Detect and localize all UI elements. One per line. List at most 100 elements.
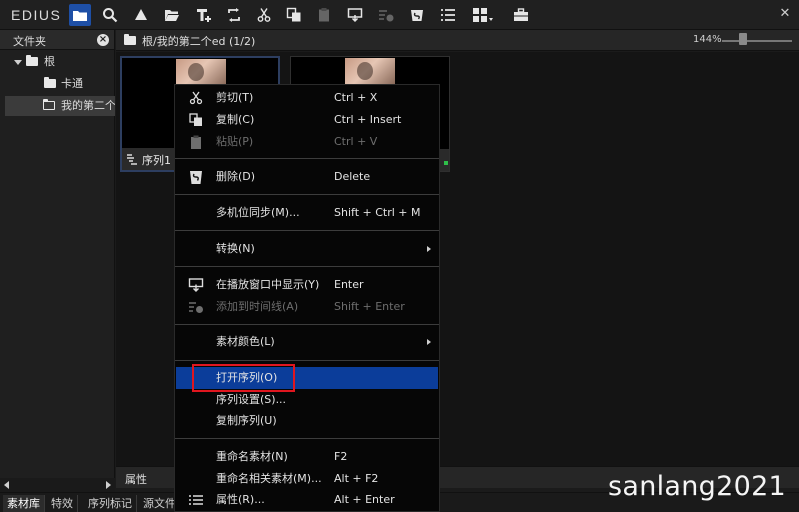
app-logo: EDIUS — [11, 7, 62, 23]
menu-item-label: 重命名素材(N) — [216, 450, 288, 463]
copy-icon — [189, 113, 202, 126]
tree-item-label: 根 — [44, 55, 55, 68]
clip-status-indicator — [444, 161, 448, 165]
folder-panel: 文件夹 × 根 卡通 我的第二个ed — [0, 30, 115, 492]
tree-item-cartoon[interactable]: 卡通 — [0, 74, 114, 94]
clip-name: 序列1 — [142, 154, 171, 167]
folder-panel-header: 文件夹 × — [0, 30, 114, 50]
menu-item-label: 添加到时间线(A) — [216, 300, 299, 313]
submenu-arrow-icon — [427, 246, 431, 252]
menu-item-shortcut: Ctrl + Insert — [334, 113, 402, 126]
zoom-slider[interactable] — [722, 40, 792, 42]
menu-item-cut[interactable]: 剪切(T) Ctrl + X — [175, 87, 439, 109]
menu-item-delete[interactable]: 删除(D) Delete — [175, 166, 439, 188]
menu-item-label: 删除(D) — [216, 170, 256, 183]
cut-icon — [189, 91, 203, 105]
menu-separator — [175, 360, 439, 361]
menu-item-label: 粘贴(P) — [216, 135, 254, 148]
close-panel-icon[interactable]: × — [97, 34, 109, 46]
menu-item-clip-color[interactable]: 素材颜色(L) — [175, 331, 439, 353]
horizontal-scrollbar[interactable] — [0, 478, 115, 492]
menu-item-shortcut: Ctrl + V — [334, 135, 378, 148]
menu-item-add-to-timeline[interactable]: 添加到时间线(A) Shift + Enter — [175, 296, 439, 318]
menu-item-shortcut: Alt + Enter — [334, 493, 395, 506]
show-player-icon[interactable] — [344, 4, 366, 26]
tab-sequence-markers[interactable]: 序列标记 — [84, 495, 137, 512]
menu-item-shortcut: Enter — [334, 278, 364, 291]
open-folder-icon[interactable] — [161, 4, 183, 26]
replace-icon[interactable] — [223, 4, 245, 26]
add-timeline-icon[interactable] — [375, 4, 397, 26]
menu-item-label: 在播放窗口中显示(Y) — [216, 278, 320, 291]
search-icon[interactable] — [99, 4, 121, 26]
context-menu: 剪切(T) Ctrl + X 复制(C) Ctrl + Insert 粘贴(P)… — [174, 84, 440, 512]
bin-path: 根/我的第二个ed (1/2) — [142, 35, 256, 48]
delete-icon[interactable] — [406, 4, 428, 26]
menu-item-label: 复制(C) — [216, 113, 255, 126]
paste-icon[interactable] — [313, 4, 335, 26]
main-toolbar: EDIUS ✕ — [0, 0, 799, 30]
list-view-icon[interactable] — [437, 4, 459, 26]
close-window-icon[interactable]: ✕ — [777, 6, 793, 22]
bin-header: 根/我的第二个ed (1/2) 144% — [116, 30, 799, 51]
expand-triangle-icon[interactable] — [14, 60, 22, 65]
paste-icon — [191, 135, 201, 149]
menu-item-label: 重命名相关素材(M)... — [216, 472, 322, 485]
menu-separator — [175, 438, 439, 439]
menu-separator — [175, 194, 439, 195]
menu-separator — [175, 230, 439, 231]
zoom-slider-handle[interactable] — [739, 33, 747, 45]
scroll-left-icon[interactable] — [4, 481, 9, 489]
menu-item-shortcut: Ctrl + X — [334, 91, 378, 104]
tree-item-label: 卡通 — [61, 77, 83, 90]
scroll-right-icon[interactable] — [106, 481, 111, 489]
menu-item-shortcut: F2 — [334, 450, 348, 463]
tree-item-label: 我的第二个ed — [61, 99, 115, 112]
sequence-icon — [127, 154, 137, 165]
menu-item-label: 复制序列(U) — [216, 414, 277, 427]
toolbox-icon[interactable] — [510, 4, 532, 26]
upload-icon[interactable] — [130, 4, 152, 26]
tree-item-root[interactable]: 根 — [0, 52, 114, 72]
menu-item-shortcut: Shift + Ctrl + M — [334, 206, 421, 219]
folder-icon — [124, 34, 136, 45]
menu-separator — [175, 158, 439, 159]
folder-icon — [26, 55, 38, 66]
folder-icon — [44, 77, 56, 88]
folder-panel-title: 文件夹 — [13, 35, 46, 48]
menu-item-shortcut: Alt + F2 — [334, 472, 379, 485]
menu-separator — [175, 324, 439, 325]
menu-item-sequence-settings[interactable]: 序列设置(S)... — [175, 389, 439, 411]
properties-title: 属性 — [125, 473, 147, 486]
copy-icon[interactable] — [283, 4, 305, 26]
menu-item-shortcut: Delete — [334, 170, 371, 183]
menu-item-multicam-sync[interactable]: 多机位同步(M)... Shift + Ctrl + M — [175, 202, 439, 224]
menu-item-label: 序列设置(S)... — [216, 393, 287, 406]
delete-icon — [190, 171, 202, 184]
menu-item-rename-clip[interactable]: 重命名素材(N) F2 — [175, 446, 439, 468]
menu-item-label: 属性(R)... — [216, 493, 265, 506]
menu-item-convert[interactable]: 转换(N) — [175, 238, 439, 260]
cut-icon[interactable] — [253, 4, 275, 26]
menu-item-show-in-player[interactable]: 在播放窗口中显示(Y) Enter — [175, 274, 439, 296]
tab-effects[interactable]: 特效 — [47, 495, 78, 512]
submenu-arrow-icon — [427, 339, 431, 345]
menu-item-duplicate-sequence[interactable]: 复制序列(U) — [175, 410, 439, 432]
clip-thumbnail — [176, 59, 226, 85]
menu-item-properties[interactable]: 属性(R)... Alt + Enter — [175, 489, 439, 511]
menu-item-copy[interactable]: 复制(C) Ctrl + Insert — [175, 109, 439, 131]
thumbnail-view-icon[interactable] — [468, 4, 498, 26]
tree-item-my-second-ed[interactable]: 我的第二个ed — [5, 96, 115, 116]
menu-item-paste[interactable]: 粘贴(P) Ctrl + V — [175, 131, 439, 153]
show-player-icon — [188, 278, 204, 292]
menu-item-rename-related[interactable]: 重命名相关素材(M)... Alt + F2 — [175, 468, 439, 490]
menu-item-label: 多机位同步(M)... — [216, 206, 300, 219]
tab-asset-library[interactable]: 素材库 — [3, 495, 45, 512]
menu-item-shortcut: Shift + Enter — [334, 300, 405, 313]
menu-item-label: 素材颜色(L) — [216, 335, 275, 348]
properties-list-icon — [189, 495, 203, 505]
menu-separator — [175, 266, 439, 267]
folder-view-icon[interactable] — [69, 4, 91, 26]
menu-item-label: 剪切(T) — [216, 91, 254, 104]
add-title-icon[interactable] — [193, 4, 215, 26]
